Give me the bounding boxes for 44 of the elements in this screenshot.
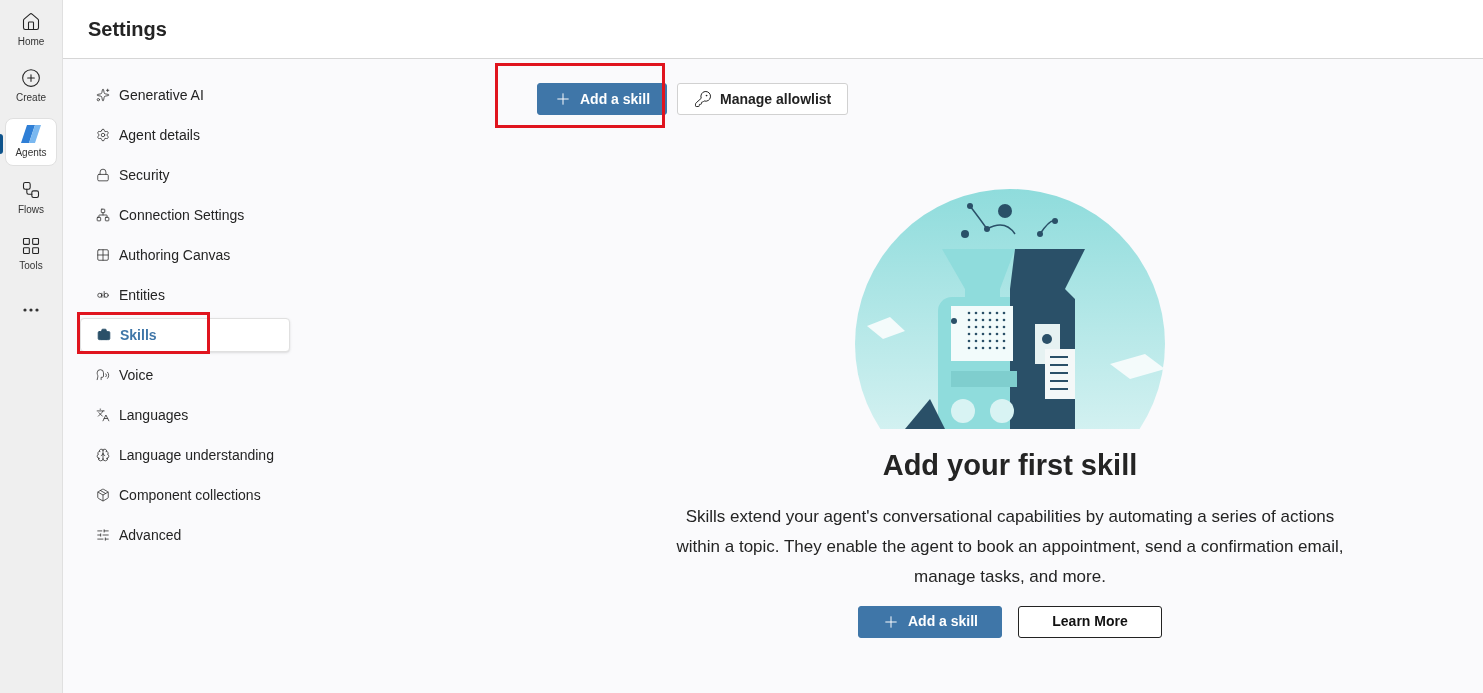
rail-item[interactable]: Tools bbox=[5, 230, 57, 278]
nav-item[interactable]: Voice bbox=[80, 358, 290, 392]
add-skill-button[interactable]: Add a skill bbox=[537, 83, 668, 115]
brain-icon bbox=[96, 448, 110, 462]
nav-item[interactable]: Agent details bbox=[80, 118, 290, 152]
empty-state-title: Add your first skill bbox=[882, 448, 1138, 483]
nav-item[interactable]: Connection Settings bbox=[80, 198, 290, 232]
nav-item[interactable]: Component collections bbox=[80, 478, 290, 512]
manage-allowlist-button[interactable]: Manage allowlist bbox=[677, 83, 849, 115]
sliders-icon bbox=[96, 528, 110, 542]
nav-item[interactable]: Languages bbox=[80, 398, 290, 432]
network-icon bbox=[96, 208, 110, 222]
flow-icon bbox=[21, 179, 41, 200]
nav-item[interactable]: Security bbox=[80, 158, 290, 192]
grid-icon bbox=[96, 248, 110, 262]
nav-item[interactable]: Generative AI bbox=[80, 78, 290, 112]
nav-item[interactable]: Entities bbox=[80, 278, 290, 312]
add-skill-button[interactable]: Add a skill bbox=[858, 605, 1002, 638]
plus-circle-icon bbox=[21, 67, 41, 88]
languages-icon bbox=[96, 408, 110, 422]
briefcase-icon bbox=[97, 328, 111, 342]
nav-item[interactable]: Authoring Canvas bbox=[80, 238, 290, 272]
home-icon bbox=[21, 11, 41, 32]
nav-item[interactable]: Language understanding bbox=[80, 438, 290, 472]
rail-item[interactable]: Flows bbox=[5, 174, 57, 222]
apps-icon bbox=[21, 235, 41, 256]
rail-item[interactable]: Agents bbox=[5, 118, 57, 166]
rail-item[interactable]: Create bbox=[5, 62, 57, 110]
empty-state-description: Skills extend your agent's conversational capabilities by automating a series of actions within a topic. They enable the agent to book an appointment, send a confirmation email, manage tasks, and more. bbox=[675, 505, 1345, 588]
box-icon bbox=[96, 488, 110, 502]
page-title: Settings bbox=[88, 17, 167, 42]
voice-icon bbox=[96, 368, 110, 382]
key-icon bbox=[694, 90, 713, 108]
settings-icon bbox=[96, 128, 110, 142]
learn-more-button[interactable]: Learn More bbox=[1018, 605, 1162, 638]
rail-item[interactable]: Home bbox=[5, 6, 57, 54]
selected-indicator bbox=[0, 134, 3, 154]
logo-icon bbox=[21, 124, 41, 143]
lock-icon bbox=[96, 168, 110, 182]
nav-item[interactable]: Skills bbox=[80, 318, 290, 352]
nav-item[interactable]: Advanced bbox=[80, 518, 290, 552]
plus-icon bbox=[554, 90, 572, 108]
sparkle-icon bbox=[96, 88, 110, 102]
more-icon bbox=[23, 308, 39, 312]
